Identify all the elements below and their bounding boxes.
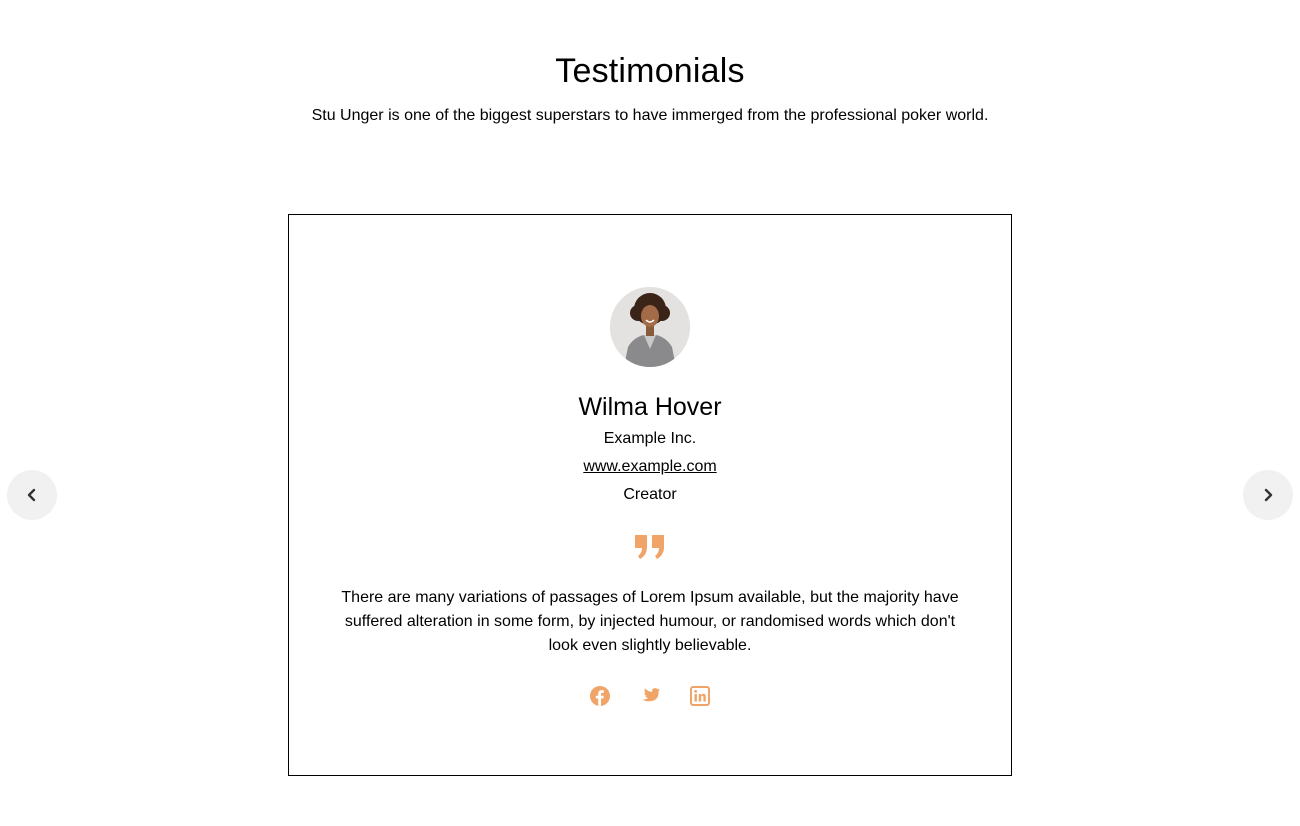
quote-icon (635, 535, 664, 559)
chevron-right-icon (1264, 488, 1273, 502)
social-links (289, 686, 1011, 706)
testimonial-quote: There are many variations of passages of… (341, 589, 959, 654)
facebook-icon (590, 686, 610, 706)
person-photo (610, 287, 690, 367)
testimonials-page: Testimonials Stu Unger is one of the big… (0, 0, 1300, 826)
linkedin-icon (690, 686, 710, 706)
company-name: Example Inc. (603, 430, 697, 447)
twitter-link[interactable] (640, 686, 660, 706)
testimonial-card: Wilma Hover Example Inc. www.example.com… (288, 214, 1012, 776)
website-row: www.example.com (289, 458, 1011, 476)
next-slide-button[interactable] (1243, 470, 1293, 520)
person-role: Creator (623, 486, 677, 503)
linkedin-link[interactable] (690, 686, 710, 706)
twitter-icon (642, 688, 660, 702)
website-link[interactable]: www.example.com (583, 458, 716, 475)
section-title: Testimonials (555, 52, 745, 90)
section-subtitle: Stu Unger is one of the biggest supersta… (311, 107, 989, 124)
previous-slide-button[interactable] (7, 470, 57, 520)
person-name: Wilma Hover (578, 393, 722, 421)
avatar (610, 287, 690, 367)
chevron-left-icon (27, 488, 36, 502)
facebook-link[interactable] (590, 686, 610, 706)
